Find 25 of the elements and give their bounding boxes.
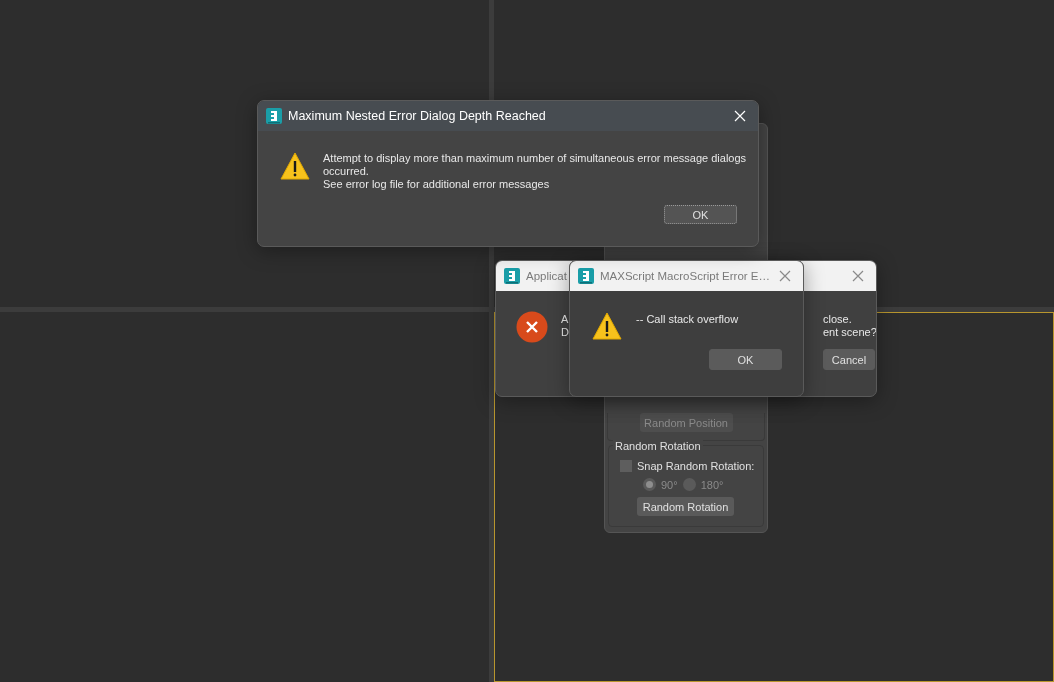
app-icon [266, 108, 282, 124]
message-text: -- Call stack overflow [636, 312, 739, 327]
window-title: Maximum Nested Error Dialog Depth Reached [288, 109, 546, 123]
message-text: ent scene? [822, 326, 876, 339]
warning-icon [592, 312, 622, 340]
message-text: Attempt to display more than maximum number of simultaneous error message dialogs occurred. See error log file for additional error messages [323, 152, 748, 191]
app-icon [504, 268, 520, 284]
message-text: D [561, 326, 569, 339]
group-title: Random Rotation [613, 440, 703, 452]
window-title: MAXScript MacroScript Error E… [600, 270, 770, 282]
error-icon [516, 311, 548, 343]
checkbox-label: Snap Random Rotation: [637, 460, 755, 472]
message-text: close. [822, 313, 853, 326]
radio-label: 90° [661, 478, 678, 491]
random-rotation-button[interactable]: Random Rotation [637, 497, 734, 516]
radio-label: 180° [700, 478, 724, 491]
ok-button[interactable]: OK [709, 349, 782, 370]
radio-button[interactable] [643, 478, 656, 491]
warning-icon [280, 152, 310, 180]
cancel-button[interactable]: Cancel [822, 349, 875, 370]
message-text: A [561, 313, 569, 326]
window-title: Applicat [526, 270, 567, 282]
ok-button[interactable]: OK [664, 205, 737, 224]
checkbox[interactable] [620, 460, 632, 472]
app-icon [578, 268, 594, 284]
